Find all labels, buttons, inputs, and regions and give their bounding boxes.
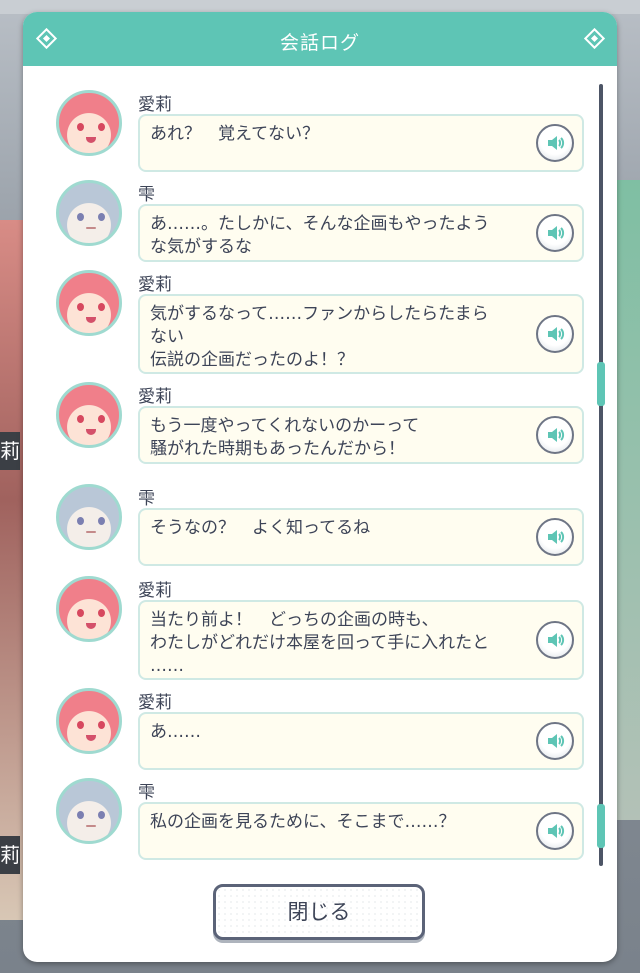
- speaker-name: 愛莉: [138, 693, 172, 713]
- speaker-volume-icon[interactable]: [536, 518, 574, 556]
- log-entry: 雫そうなの？ よく知ってるね: [23, 484, 617, 568]
- message-bubble: もう一度やってくれないのかーって 騒がれた時期もあったんだから！: [138, 406, 584, 464]
- log-entry: 愛莉あ……: [23, 688, 617, 772]
- avatar: [56, 180, 122, 246]
- background-name-tab: 莉: [0, 432, 20, 470]
- message-text: あれ？ 覚えてない？: [150, 124, 320, 144]
- speaker-name: 愛莉: [138, 581, 172, 601]
- speaker-volume-icon[interactable]: [536, 214, 574, 252]
- log-entry: 雫あ……。たしかに、そんな企画もやったよう な気がするな: [23, 180, 617, 264]
- dialog-header: 会話ログ: [23, 12, 617, 66]
- avatar: [56, 576, 122, 642]
- message-text: そうなの？ よく知ってるね: [150, 518, 371, 538]
- avatar: [56, 688, 122, 754]
- message-text: 気がするなって……ファンからしたらたまら ない 伝説の企画だったのよ！？: [150, 304, 489, 370]
- message-bubble: あ……。たしかに、そんな企画もやったよう な気がするな: [138, 204, 584, 262]
- avatar: [56, 382, 122, 448]
- message-text: もう一度やってくれないのかーって 騒がれた時期もあったんだから！: [150, 416, 420, 459]
- message-text: 当たり前よ！ どっちの企画の時も、 わたしがどれだけ本屋を回って手に入れたと ……: [150, 610, 490, 676]
- message-bubble: 当たり前よ！ どっちの企画の時も、 わたしがどれだけ本屋を回って手に入れたと ……: [138, 600, 584, 680]
- speaker-volume-icon[interactable]: [536, 124, 574, 162]
- dialog-title: 会話ログ: [279, 32, 360, 54]
- speaker-volume-icon[interactable]: [536, 315, 574, 353]
- speaker-name: 愛莉: [138, 387, 172, 407]
- message-bubble: あ……: [138, 712, 584, 770]
- log-entry: 雫私の企画を見るために、そこまで……？: [23, 778, 617, 862]
- log-entry: 愛莉当たり前よ！ どっちの企画の時も、 わたしがどれだけ本屋を回って手に入れたと…: [23, 576, 617, 682]
- message-bubble: あれ？ 覚えてない？: [138, 114, 584, 172]
- speaker-name: 雫: [138, 185, 155, 205]
- log-entry: 愛莉もう一度やってくれないのかーって 騒がれた時期もあったんだから！: [23, 382, 617, 466]
- background-decoration: [616, 180, 640, 820]
- speaker-name: 愛莉: [138, 275, 172, 295]
- speaker-name: 雫: [138, 783, 155, 803]
- close-button[interactable]: 閉じる: [213, 884, 425, 940]
- message-text: あ……: [150, 722, 201, 742]
- message-bubble: 私の企画を見るために、そこまで……？: [138, 802, 584, 860]
- avatar: [56, 270, 122, 336]
- speaker-volume-icon[interactable]: [536, 621, 574, 659]
- conversation-log-dialog: 会話ログ 愛莉 あれ？ 覚えてない？雫あ……。たしかに、そんな企画もやったよう な…: [23, 12, 617, 962]
- message-bubble: 気がするなって……ファンからしたらたまら ない 伝説の企画だったのよ！？: [138, 294, 584, 374]
- background-name-tab: 莉: [0, 836, 20, 874]
- speaker-volume-icon[interactable]: [536, 722, 574, 760]
- message-text: 私の企画を見るために、そこまで……？: [150, 812, 456, 832]
- avatar: [56, 90, 122, 156]
- message-bubble: そうなの？ よく知ってるね: [138, 508, 584, 566]
- avatar: [56, 778, 122, 844]
- log-entry: 愛莉あれ？ 覚えてない？: [23, 90, 617, 174]
- log-entry: 愛莉気がするなって……ファンからしたらたまら ない 伝説の企画だったのよ！？: [23, 270, 617, 376]
- speaker-name: 愛莉: [138, 95, 172, 115]
- speaker-name: 雫: [138, 489, 155, 509]
- speaker-volume-icon[interactable]: [536, 812, 574, 850]
- avatar: [56, 484, 122, 550]
- speaker-volume-icon[interactable]: [536, 416, 574, 454]
- message-text: あ……。たしかに、そんな企画もやったよう な気がするな: [150, 214, 490, 257]
